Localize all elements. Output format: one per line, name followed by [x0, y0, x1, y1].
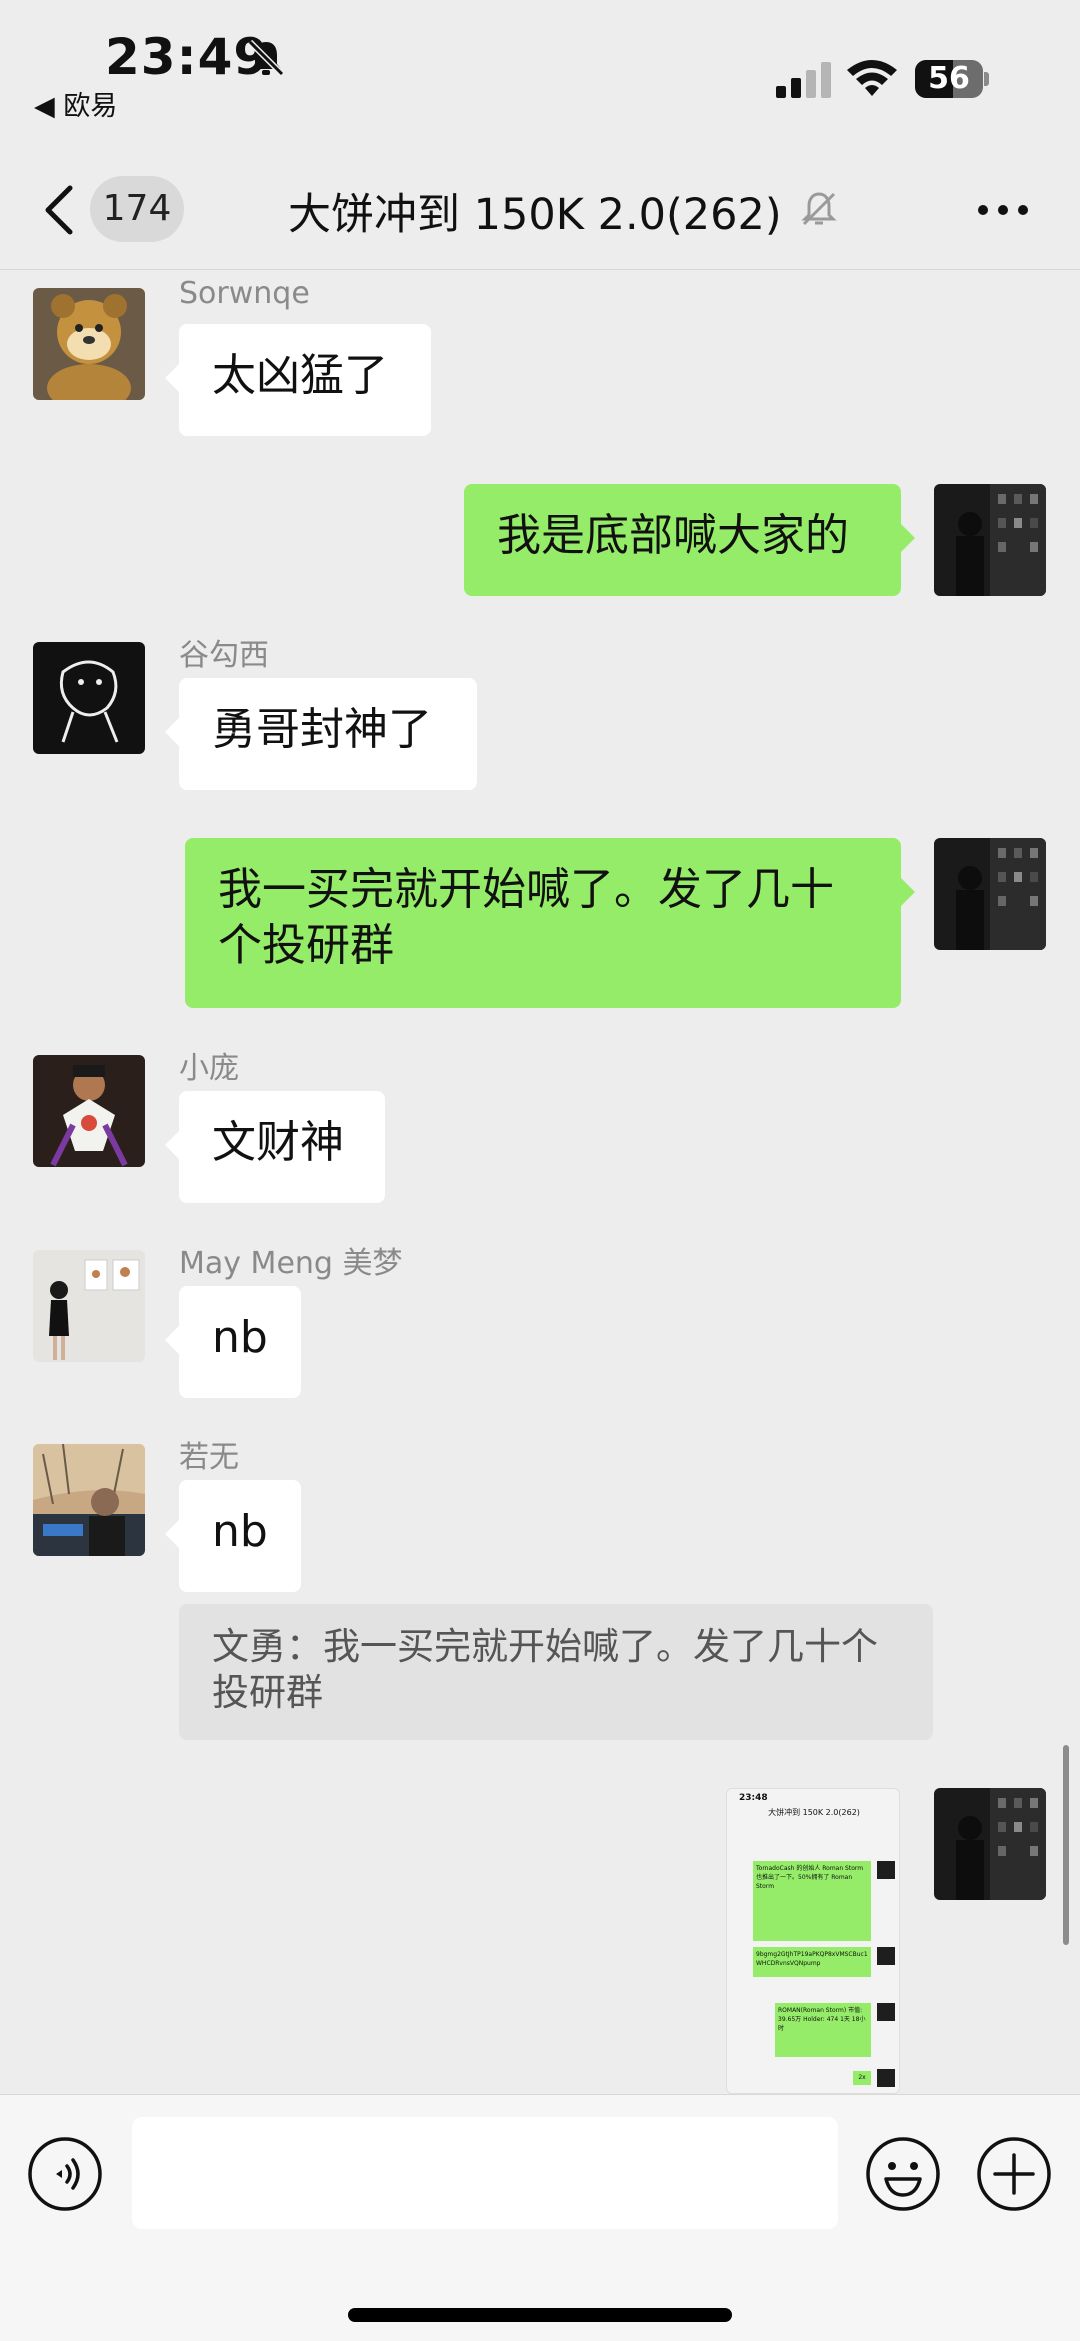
- thumb-message: 9bgmg2GtJhTP19aPKQP8xVMSCBuc1WHCDRvnsVQN…: [753, 1947, 871, 1977]
- sender-name: 谷勾西: [179, 638, 269, 673]
- man-avatar-image: [33, 1444, 145, 1556]
- wifi-icon: [847, 60, 897, 96]
- quote-line: 投研群: [212, 1671, 323, 1714]
- sender-name: Sorwnqe: [179, 276, 310, 311]
- thumb-avatar: [877, 2003, 895, 2021]
- my-message-bubble[interactable]: 我是底部喊大家的: [464, 484, 915, 596]
- battery-indicator: 56: [915, 60, 989, 98]
- thumb-title: 大饼冲到 150K 2.0(262): [768, 1808, 860, 1817]
- back-chevron-icon[interactable]: [40, 182, 80, 238]
- thumb-avatar: [877, 2069, 895, 2087]
- woman-avatar-image: [33, 1250, 145, 1362]
- message-bubble[interactable]: nb: [165, 1480, 301, 1592]
- more-options-icon[interactable]: [975, 202, 1031, 218]
- bear-avatar-image: [33, 288, 145, 400]
- emoji-icon[interactable]: [864, 2135, 942, 2213]
- night-building-avatar-image: [934, 484, 1046, 596]
- home-indicator[interactable]: [348, 2308, 732, 2322]
- my-message-bubble[interactable]: 我一买完就开始喊了。发了几十 个投研群: [185, 838, 915, 1008]
- quoted-message[interactable]: 文勇：我一买完就开始喊了。发了几十个 投研群: [179, 1604, 933, 1740]
- message-line: 我一买完就开始喊了。发了几十: [218, 864, 834, 915]
- cellular-signal-icon: [776, 62, 831, 98]
- sender-name: May Meng 美梦: [179, 1246, 403, 1281]
- quote-line: 文勇：我一买完就开始喊了。发了几十个: [212, 1625, 878, 1668]
- my-avatar[interactable]: [934, 838, 1046, 950]
- sender-name: 小庞: [179, 1051, 239, 1086]
- avatar-sorwnqe[interactable]: [33, 288, 145, 400]
- clock: 23:49: [105, 28, 270, 86]
- thumb-message: ROMAN(Roman Storm) 市值: 39.65万 Holder: 47…: [775, 2003, 871, 2057]
- message-line: 个投研群: [218, 920, 394, 971]
- mute-bell-icon: [801, 192, 837, 226]
- sender-name: 若无: [179, 1440, 239, 1475]
- message-bubble[interactable]: nb: [165, 1286, 301, 1398]
- status-bar: 23:49 ◀ 欧易 56: [0, 0, 1080, 150]
- unread-count-badge[interactable]: 174: [90, 176, 184, 242]
- thumb-time: 23:48: [739, 1793, 768, 1803]
- thumb-avatar: [877, 1947, 895, 1965]
- avatar-ruowu[interactable]: [33, 1444, 145, 1556]
- voice-input-icon[interactable]: [26, 2135, 104, 2213]
- message-bubble[interactable]: 太凶猛了: [165, 324, 431, 436]
- message-input-bar: [0, 2094, 1080, 2341]
- my-avatar[interactable]: [934, 484, 1046, 596]
- message-bubble[interactable]: 勇哥封神了: [165, 678, 477, 790]
- dog-avatar-image: [33, 642, 145, 754]
- chat-header: 174 大饼冲到 150K 2.0(262): [0, 150, 1080, 270]
- avatar-may-meng[interactable]: [33, 1250, 145, 1362]
- chat-scrollbar[interactable]: [1063, 1745, 1069, 1945]
- kid-avatar-image: [33, 1055, 145, 1167]
- my-avatar[interactable]: [934, 1788, 1046, 1900]
- message-text-input[interactable]: [132, 2117, 838, 2229]
- night-building-avatar-image: [934, 1788, 1046, 1900]
- thumb-small-button: 2x: [853, 2071, 871, 2085]
- thumb-avatar: [877, 1861, 895, 1879]
- thumb-message: TornadoCash 的创始人 Roman Storm 也推出了一下。50%拥…: [753, 1861, 871, 1941]
- avatar-gugouxi[interactable]: [33, 642, 145, 754]
- avatar-xiaopang[interactable]: [33, 1055, 145, 1167]
- chat-title: 大饼冲到 150K 2.0(262): [288, 190, 782, 240]
- battery-level: 56: [928, 61, 970, 96]
- bell-off-icon: [247, 39, 285, 77]
- screenshot-image-message[interactable]: 23:48 大饼冲到 150K 2.0(262) TornadoCash 的创始…: [726, 1788, 900, 2094]
- night-building-avatar-image: [934, 838, 1046, 950]
- message-bubble[interactable]: 文财神: [165, 1091, 385, 1203]
- back-to-app-link[interactable]: ◀ 欧易: [34, 84, 117, 123]
- add-attachment-icon[interactable]: [975, 2135, 1053, 2213]
